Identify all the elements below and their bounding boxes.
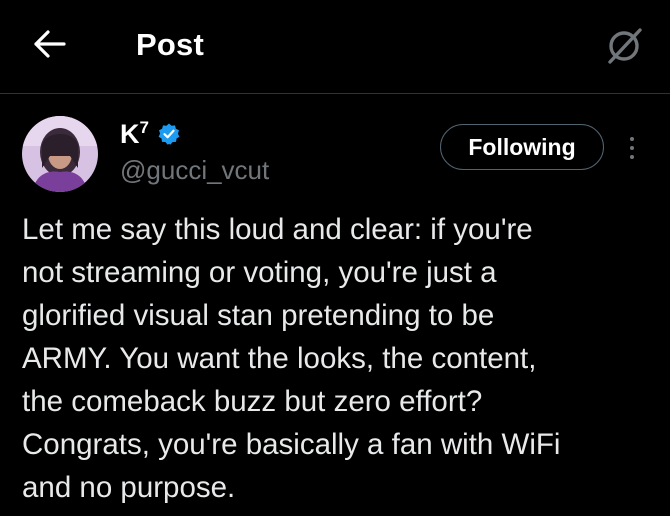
more-vertical-icon	[630, 137, 634, 141]
top-app-bar: Post	[0, 0, 670, 94]
arrow-left-icon	[34, 30, 66, 58]
grok-button[interactable]	[602, 24, 646, 68]
display-name[interactable]: K7	[120, 118, 149, 150]
verified-badge-icon	[158, 123, 180, 145]
more-options-button[interactable]	[618, 132, 646, 164]
following-button[interactable]: Following	[440, 124, 604, 170]
author-handle[interactable]: @gucci_vcut	[120, 155, 269, 186]
post-text: Let me say this loud and clear: if you'r…	[22, 213, 561, 504]
back-button[interactable]	[30, 26, 70, 62]
author-name-row: K7	[120, 118, 181, 150]
avatar-image	[22, 116, 98, 192]
grok-icon	[608, 28, 642, 64]
page-title: Post	[136, 27, 204, 62]
avatar[interactable]	[22, 116, 98, 192]
